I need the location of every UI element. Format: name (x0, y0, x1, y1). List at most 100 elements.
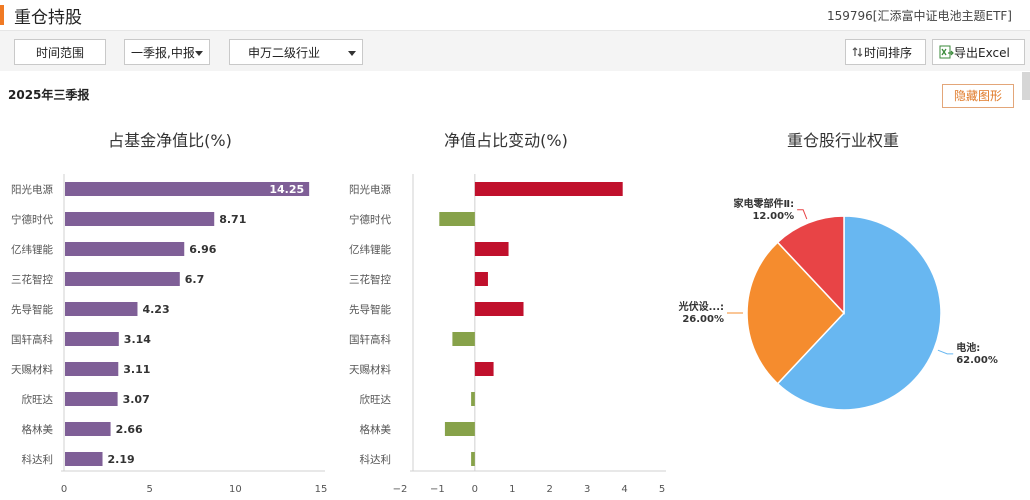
bar (65, 182, 310, 196)
bar (65, 332, 119, 346)
report-period: 2025年三季报 (8, 88, 90, 102)
slice-value-label: 62.00% (956, 355, 998, 366)
bar (474, 302, 524, 316)
pie-slice (776, 215, 942, 411)
industry-select[interactable]: 申万二级行业 (229, 39, 363, 65)
category-label: 欣旺达 (360, 393, 392, 406)
chart-title: 净值占比变动(%) (444, 131, 568, 150)
bar (471, 452, 475, 466)
slice-value-label: 12.00% (752, 211, 794, 222)
x-tick-label: 15 (315, 484, 328, 495)
bar-value-label: 6.7 (185, 273, 205, 286)
category-label: 三花智控 (349, 273, 391, 286)
slice-label: 光伏设...: (678, 300, 724, 313)
bar (65, 242, 185, 256)
industry-value: 申万二级行业 (248, 46, 321, 60)
category-label: 欣旺达 (22, 393, 54, 406)
bar (65, 392, 118, 406)
category-label: 天赐材料 (11, 363, 53, 376)
x-tick-label: 3 (584, 484, 590, 495)
report-type-value: 一季报,中报 (131, 46, 195, 60)
accent-bar (0, 5, 4, 25)
export-excel-label: 导出Excel (954, 46, 1010, 60)
category-label: 国轩高科 (349, 333, 391, 346)
bar-value-label: 2.19 (108, 453, 135, 466)
bar-value-label: 14.25 (269, 183, 304, 196)
sort-icon (852, 47, 863, 57)
x-tick-label: 5 (146, 484, 152, 495)
category-label: 宁德时代 (349, 213, 391, 226)
category-label: 亿纬锂能 (349, 243, 391, 256)
category-label: 国轩高科 (11, 333, 53, 346)
chevron-down-icon (348, 51, 356, 56)
x-tick-label: −1 (430, 484, 445, 495)
chart-industry-weight: 重仓股行业权重电池:62.00% 光伏设...:26.00% 家电零部件Ⅱ:12.0… (678, 131, 998, 411)
x-tick-label: 0 (472, 484, 478, 495)
bar (474, 242, 509, 256)
bar (471, 392, 475, 406)
leader-line (797, 209, 808, 220)
bar (444, 422, 475, 436)
x-tick-label: 10 (229, 484, 242, 495)
time-range-button[interactable]: 时间范围 (14, 39, 106, 65)
chart-title: 占基金净值比(%) (108, 131, 232, 150)
chart-net-value-change: 净值占比变动(%) 阳光电源宁德时代亿纬锂能三花智控先导智能国轩高科天赐材料欣旺达… (349, 131, 666, 495)
bar (65, 422, 111, 436)
bar-value-label: 6.96 (189, 243, 216, 256)
x-tick-label: 4 (621, 484, 627, 495)
category-label: 科达利 (22, 453, 54, 466)
x-tick-label: 2 (547, 484, 553, 495)
category-label: 三花智控 (11, 273, 53, 286)
pie-slice (746, 241, 846, 385)
toolbar: 时间范围 一季报,中报 申万二级行业 时间排序 导出Excel (0, 31, 1030, 71)
hide-chart-button[interactable]: 隐藏图形 (942, 84, 1014, 108)
bar-value-label: 4.23 (142, 303, 169, 316)
category-label: 阳光电源 (11, 183, 53, 196)
chevron-down-icon (195, 51, 203, 56)
bar (474, 182, 623, 196)
bar (65, 362, 119, 376)
slice-value-label: 26.00% (682, 314, 724, 325)
category-label: 阳光电源 (349, 183, 391, 196)
bar (65, 302, 138, 316)
bar (474, 362, 494, 376)
pie-slice (776, 215, 845, 315)
bar-value-label: 3.07 (123, 393, 150, 406)
x-tick-label: 5 (659, 484, 665, 495)
slice-label: 电池: (956, 341, 980, 354)
report-type-select[interactable]: 一季报,中报 (124, 39, 210, 65)
x-tick-label: −2 (393, 484, 408, 495)
bar-value-label: 8.71 (219, 213, 246, 226)
category-label: 科达利 (360, 453, 392, 466)
bar (452, 332, 475, 346)
category-label: 天赐材料 (349, 363, 391, 376)
bar-value-label: 3.11 (123, 363, 150, 376)
charts-canvas: 占基金净值比(%) 阳光电源 14.25 宁德时代 8.71 亿纬锂能 6.96 三花智控 6.… (11, 131, 998, 495)
x-tick-label: 1 (509, 484, 515, 495)
category-label: 格林美 (360, 423, 392, 436)
slice-label: 家电零部件Ⅱ: (734, 197, 795, 210)
header: 重仓持股 159796[汇添富中证电池主题ETF] (0, 0, 1030, 31)
bar (65, 212, 215, 226)
bar-value-label: 2.66 (116, 423, 143, 436)
category-label: 先导智能 (11, 303, 53, 316)
category-label: 先导智能 (349, 303, 391, 316)
category-label: 宁德时代 (11, 213, 53, 226)
bar (439, 212, 475, 226)
time-sort-label: 时间排序 (864, 46, 913, 60)
export-excel-button[interactable]: 导出Excel (932, 39, 1025, 65)
chart-net-value-ratio: 占基金净值比(%) 阳光电源 14.25 宁德时代 8.71 亿纬锂能 6.96 三花智控 6.… (11, 131, 327, 495)
time-sort-button[interactable]: 时间排序 (845, 39, 926, 65)
bar (65, 452, 103, 466)
x-tick-label: 0 (61, 484, 67, 495)
category-label: 亿纬锂能 (11, 243, 53, 256)
leader-line (937, 349, 954, 355)
category-label: 格林美 (22, 423, 54, 436)
bar (474, 272, 488, 286)
fund-name: 159796[汇添富中证电池主题ETF] (827, 9, 1012, 23)
bar-value-label: 3.14 (124, 333, 151, 346)
excel-icon (939, 45, 954, 59)
scrollbar[interactable] (1022, 72, 1030, 100)
chart-title: 重仓股行业权重 (787, 131, 899, 150)
bar (65, 272, 180, 286)
